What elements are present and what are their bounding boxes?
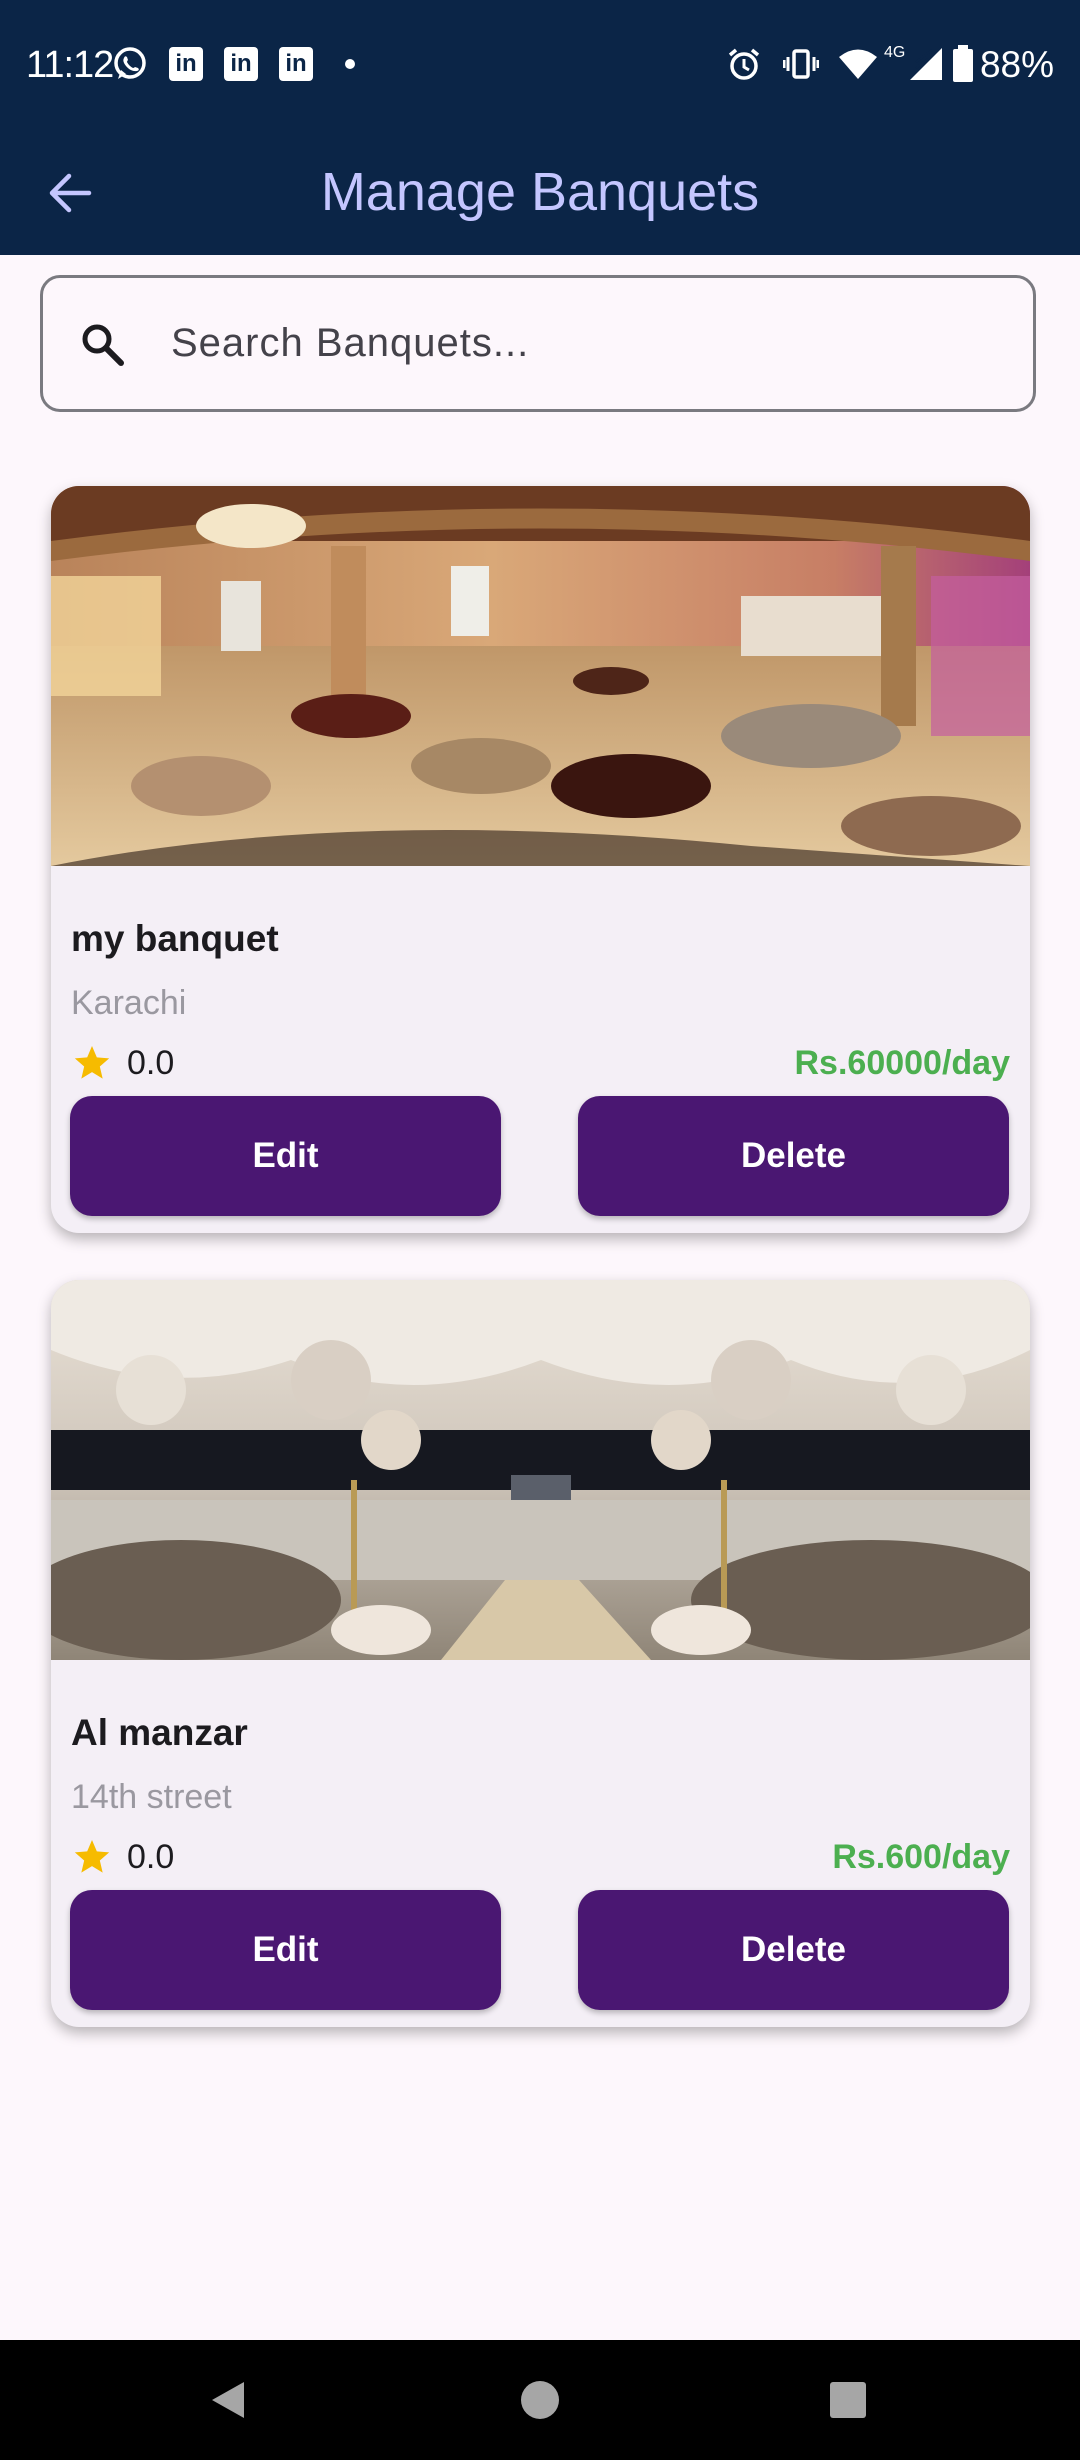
battery-icon [952,45,974,82]
notification-dot [345,59,355,69]
wifi-icon [838,46,878,82]
vibrate-icon [783,46,819,82]
nav-recents-button[interactable] [816,2368,880,2432]
arrow-left-icon [49,173,92,212]
signal-icon [908,46,944,82]
linkedin-icon: in [168,46,204,82]
linkedin-icon: in [223,46,259,82]
delete-button[interactable]: Delete [578,1890,1009,2010]
back-button[interactable] [30,155,110,230]
delete-button[interactable]: Delete [578,1096,1009,1216]
rating-value: 0.0 [127,1837,175,1876]
star-icon [71,1836,113,1878]
search-icon [77,319,127,369]
search-input[interactable] [169,320,973,367]
nav-home-button[interactable] [508,2368,572,2432]
rating-value: 0.0 [127,1043,175,1082]
search-field[interactable] [40,275,1036,412]
banquet-photo [51,1280,1030,1660]
whatsapp-icon [112,46,148,82]
banquet-card[interactable]: Al manzar 14th street 0.0 Rs.600/day Edi… [51,1280,1030,2027]
page-title: Manage Banquets [320,162,760,222]
alarm-icon [726,46,762,82]
home-circle-icon [521,2381,559,2419]
star-icon [71,1042,113,1084]
banquet-photo [51,486,1030,866]
rating: 0.0 [71,1042,174,1084]
battery-percentage: 88% [979,44,1054,85]
nav-back-button[interactable] [196,2368,260,2432]
linkedin-icon: in [278,46,314,82]
status-bar: 11:12 in in in 4G 88% [0,0,1080,130]
system-nav-bar [0,2340,1080,2460]
banquet-location: Karachi [71,984,187,1022]
banquet-card[interactable]: my banquet Karachi 0.0 Rs.60000/day Edit… [51,486,1030,1233]
banquet-name: Al manzar [71,1712,248,1753]
edit-button[interactable]: Edit [70,1096,501,1216]
banquet-name: my banquet [71,918,279,959]
app-bar: Manage Banquets [0,130,1080,255]
banquet-price: Rs.60000/day [794,1044,1011,1082]
edit-button[interactable]: Edit [70,1890,501,2010]
back-triangle-icon [212,2382,244,2418]
status-time: 11:12 [26,44,114,86]
network-type-label: 4G [884,44,906,61]
banquet-location: 14th street [71,1778,232,1816]
rating: 0.0 [71,1836,174,1878]
banquet-price: Rs.600/day [832,1838,1010,1876]
recents-square-icon [830,2382,866,2418]
